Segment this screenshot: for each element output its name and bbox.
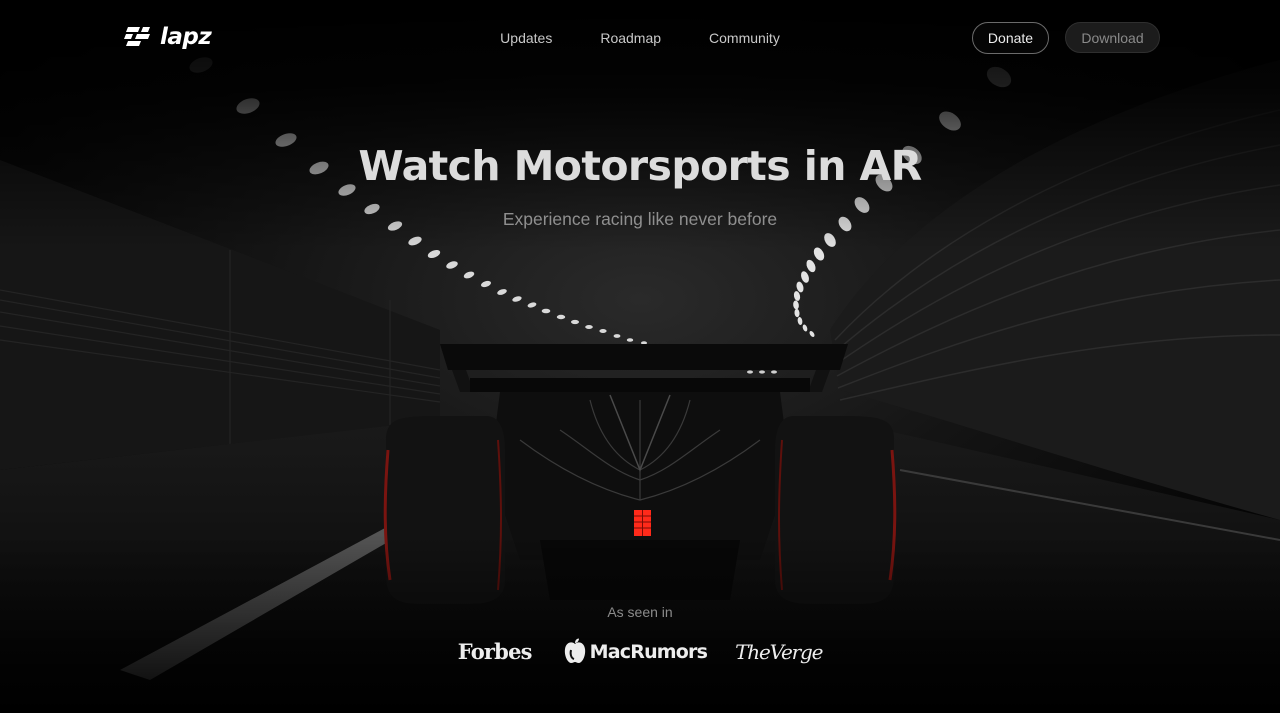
macrumors-logo: MacRumors [562, 638, 708, 666]
press-logos: Forbes MacRumors TheVerge [0, 638, 1280, 666]
hero-section: Watch Motorsports in AR Experience racin… [0, 142, 1280, 230]
nav-link-updates[interactable]: Updates [500, 30, 552, 46]
macrumors-wordmark: MacRumors [589, 641, 708, 663]
hero-title: Watch Motorsports in AR [358, 142, 922, 190]
hero-subtitle: Experience racing like never before [502, 209, 778, 229]
press-label: As seen in [607, 604, 673, 620]
forbes-logo: Forbes [457, 639, 533, 664]
nav-link-community[interactable]: Community [709, 30, 780, 46]
donate-button[interactable]: Donate [972, 22, 1049, 54]
top-navigation: lapz Updates Roadmap Community Donate Do… [0, 0, 1280, 76]
download-button[interactable]: Download [1065, 22, 1160, 53]
press-section: As seen in Forbes MacRumors TheVerge [0, 603, 1280, 666]
the-verge-logo: TheVerge [735, 640, 823, 664]
apple-icon [564, 638, 585, 663]
nav-link-roadmap[interactable]: Roadmap [600, 30, 661, 46]
